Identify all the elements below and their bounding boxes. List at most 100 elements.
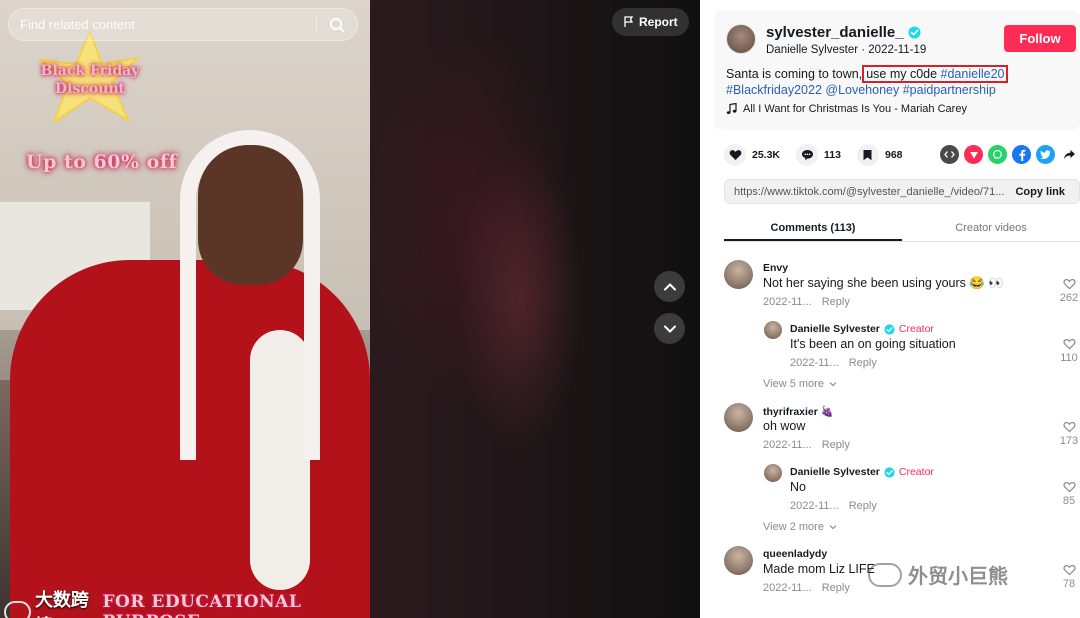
reply-like-count: 85	[1062, 495, 1076, 507]
view-more-label: View 5 more	[763, 378, 824, 390]
send-icon	[969, 151, 978, 158]
reply-author[interactable]: Danielle Sylvester Creator	[790, 466, 934, 478]
copy-link-button[interactable]: Copy link	[1007, 186, 1079, 198]
author-avatar[interactable]	[726, 24, 756, 54]
description-text: Santa is coming to town,	[726, 67, 863, 81]
send-to-friends-button[interactable]	[964, 145, 983, 164]
previous-video-button[interactable]	[654, 271, 685, 302]
watermark-logo-icon	[4, 601, 31, 618]
commenter-avatar[interactable]	[724, 403, 753, 432]
heart-outline-icon	[1062, 564, 1076, 576]
author-username-text: sylvester_danielle_	[766, 24, 904, 41]
follow-button[interactable]: Follow	[1004, 25, 1076, 52]
reply-author-name: Danielle Sylvester	[790, 466, 880, 478]
more-share-button[interactable]	[1060, 145, 1079, 164]
embed-code-icon	[944, 151, 955, 158]
hashtag-paidpartnership[interactable]: #paidpartnership	[903, 83, 996, 97]
verified-badge-icon	[884, 323, 895, 335]
mention-lovehoney[interactable]: @Lovehoney	[825, 83, 899, 97]
video-frame[interactable]: Black Friday Discount Up to 60% off 大数跨境…	[0, 0, 370, 618]
promo-off-text: Up to 60% off	[26, 151, 178, 173]
report-label: Report	[639, 15, 678, 29]
view-more-replies[interactable]: View 5 more	[763, 378, 837, 390]
comment-date: 2022-11...	[763, 582, 812, 594]
comment-like-button[interactable]: 173	[1054, 421, 1080, 447]
video-link-url[interactable]: https://www.tiktok.com/@sylvester_daniel…	[725, 186, 1007, 198]
facebook-share-button[interactable]	[1012, 145, 1031, 164]
reply-author[interactable]: Danielle Sylvester Creator	[790, 323, 934, 335]
reply-button[interactable]: Reply	[822, 296, 850, 308]
bookmark-icon	[863, 150, 872, 161]
search-input[interactable]	[9, 9, 316, 40]
like-button[interactable]	[724, 144, 746, 166]
person-face	[198, 145, 303, 285]
reply-avatar[interactable]	[764, 464, 782, 482]
chevron-up-icon	[663, 282, 676, 290]
promo-line-1: Black Friday	[40, 63, 140, 79]
comment-button[interactable]	[796, 144, 819, 166]
comment-like-button[interactable]: 78	[1054, 564, 1080, 590]
reply-like-button[interactable]: 85	[1054, 481, 1080, 507]
video-area[interactable]: Black Friday Discount Up to 60% off 大数跨境…	[0, 0, 700, 618]
watermark-text: 大数跨境	[34, 590, 89, 618]
commenter-name[interactable]: queenladydy	[763, 548, 827, 560]
reply-like-count: 110	[1060, 352, 1078, 364]
reply-text: No	[790, 480, 806, 494]
promo-star-badge: Black Friday Discount	[30, 30, 150, 130]
whatsapp-share-button[interactable]	[988, 145, 1007, 164]
stats-row: 25.3K 113 968	[724, 144, 919, 166]
chevron-down-icon	[829, 525, 837, 530]
tab-creator-videos[interactable]: Creator videos	[902, 214, 1080, 241]
post-date: 2022-11-19	[868, 44, 927, 56]
reply-button[interactable]: Reply	[822, 582, 850, 594]
heart-outline-icon	[1062, 481, 1076, 493]
commenter-avatar[interactable]	[724, 546, 753, 575]
music-title: All I Want for Christmas Is You - Mariah…	[743, 103, 967, 115]
search-bar[interactable]	[8, 8, 358, 41]
comment-meta: 2022-11... Reply	[763, 439, 850, 451]
embed-share-button[interactable]	[940, 145, 959, 164]
music-row[interactable]: All I Want for Christmas Is You - Mariah…	[726, 103, 967, 115]
panel-tabs: Comments (113) Creator videos	[724, 214, 1080, 242]
commenter-name[interactable]: Envy	[763, 262, 788, 274]
hashtag-danielle20[interactable]: #danielle20	[941, 67, 1005, 81]
reply-date: 2022-11...	[790, 500, 839, 512]
next-video-button[interactable]	[654, 313, 685, 344]
highlighted-code-box: use my c0de #danielle20	[862, 65, 1009, 83]
reply-button[interactable]: Reply	[849, 357, 877, 369]
comment-count: 113	[824, 149, 841, 161]
view-more-replies[interactable]: View 2 more	[763, 521, 837, 533]
comment-stat[interactable]: 113	[796, 144, 841, 166]
commenter-name[interactable]: thyrifraxier 🍇	[763, 405, 834, 418]
tab-comments[interactable]: Comments (113)	[724, 214, 902, 241]
chevron-down-icon	[829, 382, 837, 387]
reply-like-button[interactable]: 110	[1054, 338, 1080, 364]
heart-outline-icon	[1062, 421, 1076, 433]
whatsapp-icon	[993, 149, 1002, 159]
author-display-name: Danielle Sylvester	[766, 44, 859, 56]
page: Black Friday Discount Up to 60% off 大数跨境…	[0, 0, 1080, 618]
reply-button[interactable]: Reply	[822, 439, 850, 451]
reply-button[interactable]: Reply	[849, 500, 877, 512]
author-meta: Danielle Sylvester · 2022-11-19	[766, 44, 926, 56]
hashtag-blackfriday2022[interactable]: #Blackfriday2022	[726, 83, 822, 97]
reply-date: 2022-11...	[790, 357, 839, 369]
report-button[interactable]: Report	[612, 8, 689, 36]
facebook-icon	[1018, 149, 1025, 161]
like-stat[interactable]: 25.3K	[724, 144, 780, 166]
save-stat[interactable]: 968	[856, 144, 903, 166]
twitter-share-button[interactable]	[1036, 145, 1055, 164]
commenter-avatar[interactable]	[724, 260, 753, 289]
save-count: 968	[884, 149, 903, 161]
wechat-watermark: 外贸小巨熊	[868, 560, 1008, 589]
comment-bubble-icon	[801, 150, 813, 161]
comment-meta: 2022-11... Reply	[763, 296, 850, 308]
comment-like-button[interactable]: 262	[1054, 278, 1080, 304]
reply-avatar[interactable]	[764, 321, 782, 339]
save-button[interactable]	[856, 144, 879, 166]
video-info-card: sylvester_danielle_ Danielle Sylvester ·…	[714, 10, 1080, 130]
chevron-down-icon	[663, 325, 676, 333]
author-username[interactable]: sylvester_danielle_	[766, 24, 921, 41]
music-note-icon	[726, 103, 737, 114]
search-button[interactable]	[317, 9, 357, 40]
